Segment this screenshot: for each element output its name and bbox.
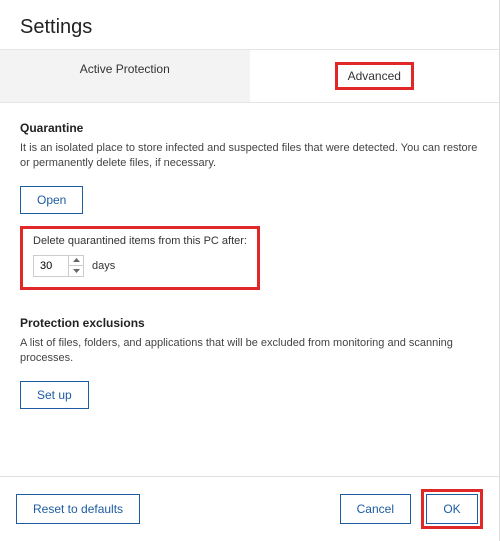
setup-button[interactable]: Set up bbox=[20, 381, 89, 409]
days-stepper[interactable] bbox=[33, 255, 84, 277]
tab-advanced-highlight: Advanced bbox=[335, 62, 414, 90]
section-exclusions: Protection exclusions A list of files, f… bbox=[20, 316, 479, 409]
settings-header: Settings bbox=[0, 0, 499, 49]
reset-button[interactable]: Reset to defaults bbox=[16, 494, 140, 524]
stepper-buttons bbox=[68, 256, 83, 276]
stepper-up-icon[interactable] bbox=[69, 256, 83, 266]
tab-bar: Active Protection Advanced bbox=[0, 49, 499, 103]
page-title: Settings bbox=[20, 16, 479, 39]
delete-after-label: Delete quarantined items from this PC af… bbox=[33, 235, 247, 247]
delete-after-highlight: Delete quarantined items from this PC af… bbox=[20, 226, 260, 290]
quarantine-desc: It is an isolated place to store infecte… bbox=[20, 141, 479, 172]
stepper-down-icon[interactable] bbox=[69, 266, 83, 276]
section-quarantine: Quarantine It is an isolated place to st… bbox=[20, 121, 479, 290]
days-input[interactable] bbox=[34, 256, 68, 276]
ok-button[interactable]: OK bbox=[426, 494, 478, 524]
ok-highlight: OK bbox=[421, 489, 483, 529]
content-area: Quarantine It is an isolated place to st… bbox=[0, 103, 499, 453]
tab-active-protection[interactable]: Active Protection bbox=[0, 50, 250, 102]
delete-after-row: days bbox=[33, 255, 247, 277]
quarantine-title: Quarantine bbox=[20, 121, 479, 135]
cancel-button[interactable]: Cancel bbox=[340, 494, 411, 524]
open-button[interactable]: Open bbox=[20, 186, 83, 214]
exclusions-desc: A list of files, folders, and applicatio… bbox=[20, 336, 479, 367]
footer-bar: Reset to defaults Cancel OK bbox=[0, 476, 499, 541]
exclusions-title: Protection exclusions bbox=[20, 316, 479, 330]
days-unit-label: days bbox=[92, 260, 115, 272]
tab-advanced[interactable]: Advanced bbox=[250, 50, 500, 102]
